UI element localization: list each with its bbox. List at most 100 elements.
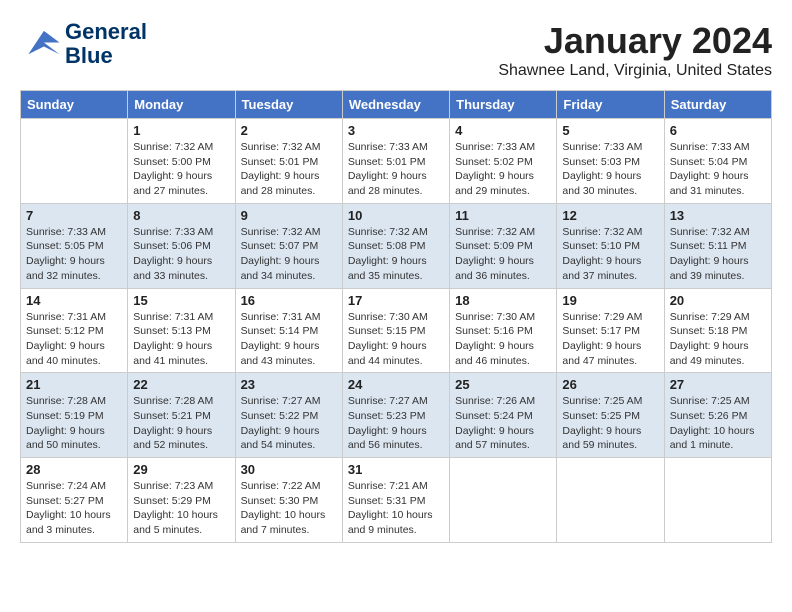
weekday-header-tuesday: Tuesday xyxy=(235,91,342,119)
location-title: Shawnee Land, Virginia, United States xyxy=(498,62,772,80)
day-number: 13 xyxy=(670,208,766,223)
calendar-cell xyxy=(21,119,128,204)
day-info: Sunrise: 7:23 AMSunset: 5:29 PMDaylight:… xyxy=(133,479,229,538)
calendar-week-row: 1Sunrise: 7:32 AMSunset: 5:00 PMDaylight… xyxy=(21,119,772,204)
day-number: 22 xyxy=(133,377,229,392)
calendar-cell: 31 Sunrise: 7:21 AMSunset: 5:31 PMDayligh… xyxy=(342,458,449,543)
day-info: Sunrise: 7:24 AMSunset: 5:27 PMDaylight:… xyxy=(26,479,122,538)
weekday-header-thursday: Thursday xyxy=(450,91,557,119)
calendar-cell: 20 Sunrise: 7:29 AMSunset: 5:18 PMDayligh… xyxy=(664,288,771,373)
calendar-cell: 9Sunrise: 7:32 AMSunset: 5:07 PMDaylight… xyxy=(235,203,342,288)
logo-text: General Blue xyxy=(65,20,147,68)
day-info: Sunrise: 7:31 AMSunset: 5:14 PMDaylight:… xyxy=(241,310,337,369)
day-info: Sunrise: 7:32 AMSunset: 5:11 PMDaylight:… xyxy=(670,225,766,284)
calendar-cell: 18Sunrise: 7:30 AMSunset: 5:16 PMDayligh… xyxy=(450,288,557,373)
day-number: 14 xyxy=(26,293,122,308)
day-number: 11 xyxy=(455,208,551,223)
calendar-cell: 17Sunrise: 7:30 AMSunset: 5:15 PMDayligh… xyxy=(342,288,449,373)
day-info: Sunrise: 7:33 AMSunset: 5:04 PMDaylight:… xyxy=(670,140,766,199)
day-number: 18 xyxy=(455,293,551,308)
calendar-cell: 11 Sunrise: 7:32 AMSunset: 5:09 PMDayligh… xyxy=(450,203,557,288)
day-number: 21 xyxy=(26,377,122,392)
day-info: Sunrise: 7:22 AMSunset: 5:30 PMDaylight:… xyxy=(241,479,337,538)
weekday-header-saturday: Saturday xyxy=(664,91,771,119)
day-info: Sunrise: 7:32 AMSunset: 5:00 PMDaylight:… xyxy=(133,140,229,199)
day-number: 5 xyxy=(562,123,658,138)
day-number: 27 xyxy=(670,377,766,392)
calendar-cell: 2Sunrise: 7:32 AMSunset: 5:01 PMDaylight… xyxy=(235,119,342,204)
day-info: Sunrise: 7:33 AMSunset: 5:01 PMDaylight:… xyxy=(348,140,444,199)
day-number: 7 xyxy=(26,208,122,223)
weekday-header-sunday: Sunday xyxy=(21,91,128,119)
day-info: Sunrise: 7:33 AMSunset: 5:05 PMDaylight:… xyxy=(26,225,122,284)
day-info: Sunrise: 7:26 AMSunset: 5:24 PMDaylight:… xyxy=(455,394,551,453)
day-number: 30 xyxy=(241,462,337,477)
day-info: Sunrise: 7:21 AMSunset: 5:31 PMDaylight:… xyxy=(348,479,444,538)
day-info: Sunrise: 7:25 AMSunset: 5:25 PMDaylight:… xyxy=(562,394,658,453)
day-number: 25 xyxy=(455,377,551,392)
day-info: Sunrise: 7:31 AMSunset: 5:13 PMDaylight:… xyxy=(133,310,229,369)
calendar-cell: 19Sunrise: 7:29 AMSunset: 5:17 PMDayligh… xyxy=(557,288,664,373)
day-number: 2 xyxy=(241,123,337,138)
calendar-cell xyxy=(557,458,664,543)
calendar-cell: 29 Sunrise: 7:23 AMSunset: 5:29 PMDayligh… xyxy=(128,458,235,543)
day-info: Sunrise: 7:29 AMSunset: 5:18 PMDaylight:… xyxy=(670,310,766,369)
calendar-cell xyxy=(664,458,771,543)
day-number: 19 xyxy=(562,293,658,308)
calendar-cell: 5Sunrise: 7:33 AMSunset: 5:03 PMDaylight… xyxy=(557,119,664,204)
calendar-cell: 6 Sunrise: 7:33 AMSunset: 5:04 PMDaylight… xyxy=(664,119,771,204)
calendar-cell: 21 Sunrise: 7:28 AMSunset: 5:19 PMDayligh… xyxy=(21,373,128,458)
day-info: Sunrise: 7:31 AMSunset: 5:12 PMDaylight:… xyxy=(26,310,122,369)
day-number: 9 xyxy=(241,208,337,223)
day-info: Sunrise: 7:32 AMSunset: 5:09 PMDaylight:… xyxy=(455,225,551,284)
calendar-cell: 26 Sunrise: 7:25 AMSunset: 5:25 PMDayligh… xyxy=(557,373,664,458)
month-title: January 2024 xyxy=(498,20,772,62)
calendar-cell: 3Sunrise: 7:33 AMSunset: 5:01 PMDaylight… xyxy=(342,119,449,204)
calendar-header: SundayMondayTuesdayWednesdayThursdayFrid… xyxy=(21,91,772,119)
calendar-cell: 14 Sunrise: 7:31 AMSunset: 5:12 PMDayligh… xyxy=(21,288,128,373)
day-number: 10 xyxy=(348,208,444,223)
day-number: 12 xyxy=(562,208,658,223)
day-number: 4 xyxy=(455,123,551,138)
day-number: 8 xyxy=(133,208,229,223)
day-number: 15 xyxy=(133,293,229,308)
calendar-cell: 30 Sunrise: 7:22 AMSunset: 5:30 PMDayligh… xyxy=(235,458,342,543)
calendar-cell: 22 Sunrise: 7:28 AMSunset: 5:21 PMDayligh… xyxy=(128,373,235,458)
day-number: 20 xyxy=(670,293,766,308)
calendar-cell: 24 Sunrise: 7:27 AMSunset: 5:23 PMDayligh… xyxy=(342,373,449,458)
calendar-table: SundayMondayTuesdayWednesdayThursdayFrid… xyxy=(20,90,772,543)
day-number: 31 xyxy=(348,462,444,477)
logo: General Blue xyxy=(20,20,147,68)
day-number: 29 xyxy=(133,462,229,477)
day-number: 6 xyxy=(670,123,766,138)
calendar-cell: 12Sunrise: 7:32 AMSunset: 5:10 PMDayligh… xyxy=(557,203,664,288)
calendar-week-row: 14 Sunrise: 7:31 AMSunset: 5:12 PMDayligh… xyxy=(21,288,772,373)
day-info: Sunrise: 7:27 AMSunset: 5:23 PMDaylight:… xyxy=(348,394,444,453)
calendar-cell: 27 Sunrise: 7:25 AMSunset: 5:26 PMDayligh… xyxy=(664,373,771,458)
calendar-week-row: 28 Sunrise: 7:24 AMSunset: 5:27 PMDayligh… xyxy=(21,458,772,543)
day-info: Sunrise: 7:32 AMSunset: 5:08 PMDaylight:… xyxy=(348,225,444,284)
calendar-week-row: 21 Sunrise: 7:28 AMSunset: 5:19 PMDayligh… xyxy=(21,373,772,458)
calendar-cell: 28 Sunrise: 7:24 AMSunset: 5:27 PMDayligh… xyxy=(21,458,128,543)
day-info: Sunrise: 7:30 AMSunset: 5:15 PMDaylight:… xyxy=(348,310,444,369)
day-number: 26 xyxy=(562,377,658,392)
calendar-cell: 1Sunrise: 7:32 AMSunset: 5:00 PMDaylight… xyxy=(128,119,235,204)
page-header: General Blue January 2024 Shawnee Land, … xyxy=(20,20,772,80)
calendar-cell: 10 Sunrise: 7:32 AMSunset: 5:08 PMDayligh… xyxy=(342,203,449,288)
day-number: 24 xyxy=(348,377,444,392)
calendar-cell: 25 Sunrise: 7:26 AMSunset: 5:24 PMDayligh… xyxy=(450,373,557,458)
day-number: 28 xyxy=(26,462,122,477)
calendar-cell xyxy=(450,458,557,543)
day-info: Sunrise: 7:27 AMSunset: 5:22 PMDaylight:… xyxy=(241,394,337,453)
day-info: Sunrise: 7:33 AMSunset: 5:02 PMDaylight:… xyxy=(455,140,551,199)
day-info: Sunrise: 7:28 AMSunset: 5:19 PMDaylight:… xyxy=(26,394,122,453)
calendar-cell: 16Sunrise: 7:31 AMSunset: 5:14 PMDayligh… xyxy=(235,288,342,373)
day-info: Sunrise: 7:25 AMSunset: 5:26 PMDaylight:… xyxy=(670,394,766,453)
calendar-cell: 4 Sunrise: 7:33 AMSunset: 5:02 PMDaylight… xyxy=(450,119,557,204)
day-info: Sunrise: 7:33 AMSunset: 5:06 PMDaylight:… xyxy=(133,225,229,284)
day-info: Sunrise: 7:28 AMSunset: 5:21 PMDaylight:… xyxy=(133,394,229,453)
calendar-week-row: 7 Sunrise: 7:33 AMSunset: 5:05 PMDaylight… xyxy=(21,203,772,288)
calendar-cell: 7 Sunrise: 7:33 AMSunset: 5:05 PMDaylight… xyxy=(21,203,128,288)
calendar-cell: 8 Sunrise: 7:33 AMSunset: 5:06 PMDaylight… xyxy=(128,203,235,288)
calendar-cell: 15 Sunrise: 7:31 AMSunset: 5:13 PMDayligh… xyxy=(128,288,235,373)
